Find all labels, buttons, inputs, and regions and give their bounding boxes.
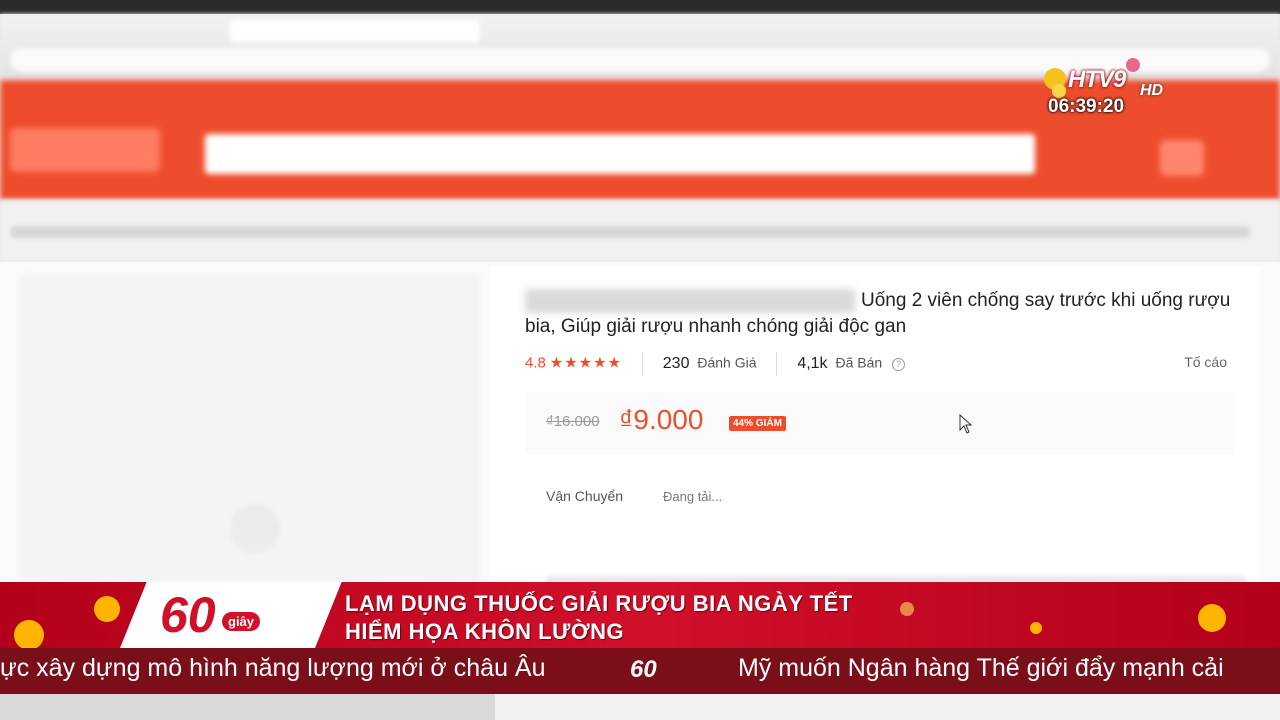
hd-badge: HD — [1140, 82, 1164, 99]
sale-price: ₫9.000 — [619, 404, 704, 435]
blossom-icon — [14, 620, 44, 650]
help-icon[interactable]: ? — [892, 357, 906, 371]
star-rating-icon: ★★★★★ — [549, 354, 622, 372]
product-title: Uống 2 viên chống say trước khi uống rượ… — [525, 288, 1235, 340]
blossom-icon — [1030, 622, 1042, 634]
review-count[interactable]: 230 — [663, 355, 690, 372]
ticker-text: Mỹ muốn Ngân hàng Thế giới đẩy mạnh cải — [738, 654, 1224, 682]
breadcrumb — [0, 200, 1280, 262]
search-input[interactable] — [205, 134, 1035, 174]
product-page: Uống 2 viên chống say trước khi uống rượ… — [0, 262, 1280, 586]
mouse-cursor-icon — [959, 414, 973, 434]
video-top-border — [0, 0, 1280, 14]
blurred-brand-name — [525, 288, 855, 313]
review-label: Đánh Giá — [697, 354, 757, 371]
blossom-icon — [94, 596, 120, 622]
product-image-panel[interactable] — [20, 274, 480, 582]
product-info: Uống 2 viên chống say trước khi uống rượ… — [490, 266, 1260, 586]
blossom-icon — [1198, 604, 1226, 632]
divider — [641, 352, 643, 376]
program-logo: 60 giây — [140, 587, 290, 643]
headline-line-2: HIỂM HỌA KHÔN LƯỜNG — [345, 619, 625, 644]
cart-icon[interactable] — [1160, 140, 1204, 176]
loading-spinner-icon — [230, 504, 280, 554]
discount-badge: 44% GIẢM — [729, 416, 786, 431]
ticker-logo: 60 — [630, 656, 657, 683]
shipping-value: Đang tải... — [663, 489, 723, 504]
breadcrumb-blurred[interactable] — [10, 226, 1250, 238]
original-price: ₫16.000 — [546, 413, 600, 430]
blossom-icon — [1126, 58, 1140, 72]
bottom-strip — [0, 694, 1280, 720]
news-ticker: ực xây dựng mô hình năng lượng mới ở châ… — [0, 648, 1280, 694]
headline-line-1: LẠM DỤNG THUỐC GIẢI RƯỢU BIA NGÀY TẾT — [345, 591, 853, 616]
shipping-label: Vận Chuyển — [546, 488, 624, 504]
ticker-text: ực xây dựng mô hình năng lượng mới ở châ… — [0, 654, 546, 682]
news-headline: LẠM DỤNG THUỐC GIẢI RƯỢU BIA NGÀY TẾT HI… — [345, 590, 853, 646]
program-logo-word: giây — [222, 612, 261, 631]
report-link[interactable]: Tố cáo — [1184, 354, 1227, 370]
divider — [776, 352, 778, 376]
rating-row: 4.8 ★★★★★ 230 Đánh Giá 4,1k Đã Bán ? Tố … — [525, 352, 1227, 376]
broadcast-clock: 06:39:20 — [1048, 96, 1125, 117]
rating-value[interactable]: 4.8 — [525, 355, 546, 372]
shop-logo[interactable] — [10, 128, 160, 172]
browser-tab[interactable] — [230, 20, 480, 42]
channel-logo-text: HTV9 — [1068, 66, 1126, 93]
blossom-icon — [900, 602, 914, 616]
program-logo-number: 60 — [160, 587, 216, 643]
sold-count: 4,1k — [797, 354, 828, 372]
bottom-strip-dark — [0, 694, 495, 720]
price-box: ₫16.000 ₫9.000 44% GIẢM — [525, 392, 1233, 454]
sold-label: Đã Bán — [835, 354, 883, 371]
